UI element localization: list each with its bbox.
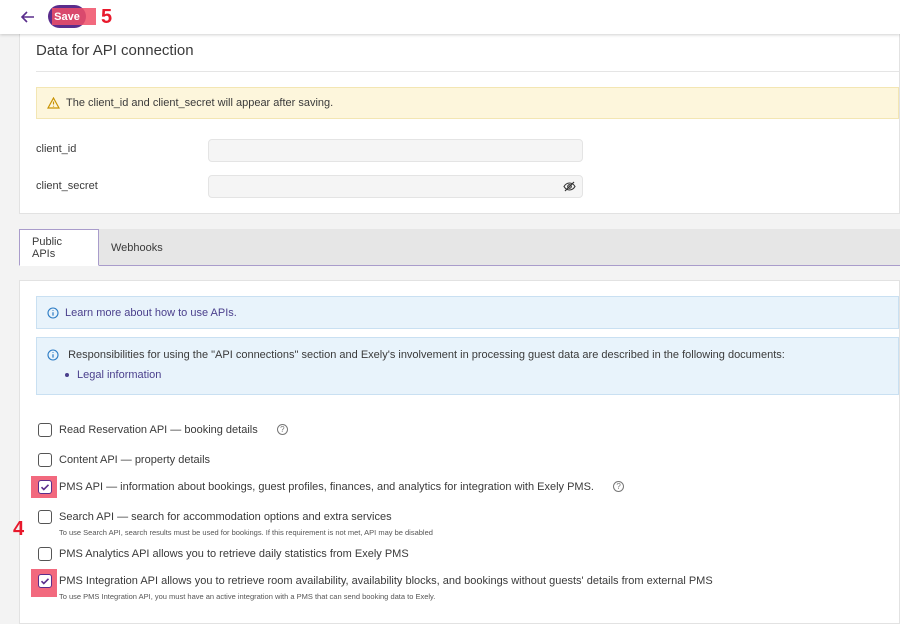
warning-banner: The client_id and client_secret will app… <box>36 87 899 119</box>
checkbox-pms-integration-api[interactable] <box>38 574 52 588</box>
warning-text: The client_id and client_secret will app… <box>66 97 334 109</box>
tab-webhooks[interactable]: Webhooks <box>99 229 175 266</box>
api-label: PMS API — information about bookings, gu… <box>59 481 594 493</box>
api-label: Content API — property details <box>59 454 211 466</box>
warning-icon <box>47 97 60 109</box>
public-apis-panel: Learn more about how to use APIs. Respon… <box>19 280 900 624</box>
api-connection-card: Data for API connection The client_id an… <box>19 34 900 214</box>
help-circle-icon[interactable]: ? <box>613 481 625 492</box>
checkbox-pms-api[interactable] <box>38 480 52 494</box>
eye-slash-icon[interactable] <box>563 180 576 196</box>
api-label: Search API — search for accommodation op… <box>59 511 392 523</box>
learn-more-link[interactable]: Learn more about how to use APIs. <box>65 307 237 319</box>
client-id-label: client_id <box>36 143 77 155</box>
api-label: PMS Integration API allows you to retrie… <box>59 575 713 587</box>
api-label: Read Reservation API — booking details <box>59 424 258 436</box>
info-icon <box>47 306 59 319</box>
client-id-field[interactable] <box>208 139 583 162</box>
check-icon <box>40 578 50 585</box>
api-option-pms: PMS API — information about bookings, gu… <box>38 480 625 494</box>
checkbox-read-reservation[interactable] <box>38 423 52 437</box>
checkbox-search-api[interactable] <box>38 510 52 524</box>
api-option-pms-analytics: PMS Analytics API allows you to retrieve… <box>38 547 409 561</box>
api-label: PMS Analytics API allows you to retrieve… <box>59 548 409 560</box>
api-tabs: Public APIs Webhooks <box>19 229 900 266</box>
annotation-step-5: 5 <box>101 6 113 28</box>
responsibilities-text: Responsibilities for using the "API conn… <box>68 349 785 361</box>
checkbox-pms-analytics-api[interactable] <box>38 547 52 561</box>
arrow-left-icon[interactable] <box>18 7 38 27</box>
bullet <box>65 373 69 378</box>
client-secret-field[interactable] <box>208 175 583 198</box>
annotation-step-4: 4 <box>13 518 25 540</box>
legal-information-link[interactable]: Legal information <box>77 369 161 381</box>
api-option-read-reservation: Read Reservation API — booking details ? <box>38 423 288 437</box>
top-toolbar: Save 5 <box>0 0 900 34</box>
info-icon <box>47 349 59 361</box>
api-option-content: Content API — property details <box>38 453 210 467</box>
api-note: To use Search API, search results must b… <box>59 528 433 537</box>
api-option-pms-integration: PMS Integration API allows you to retrie… <box>38 574 713 604</box>
divider <box>36 71 899 72</box>
section-title: Data for API connection <box>36 42 194 59</box>
tab-public-apis[interactable]: Public APIs <box>19 229 99 266</box>
help-circle-icon[interactable]: ? <box>276 424 288 435</box>
client-secret-label: client_secret <box>36 180 98 192</box>
check-icon <box>40 484 50 491</box>
responsibilities-banner: Responsibilities for using the "API conn… <box>36 337 899 395</box>
api-note: To use PMS Integration API, you must hav… <box>59 592 436 601</box>
checkbox-content-api[interactable] <box>38 453 52 467</box>
learn-more-banner: Learn more about how to use APIs. <box>36 296 899 329</box>
save-button-label: Save <box>54 10 80 23</box>
api-option-search: Search API — search for accommodation op… <box>38 510 433 540</box>
